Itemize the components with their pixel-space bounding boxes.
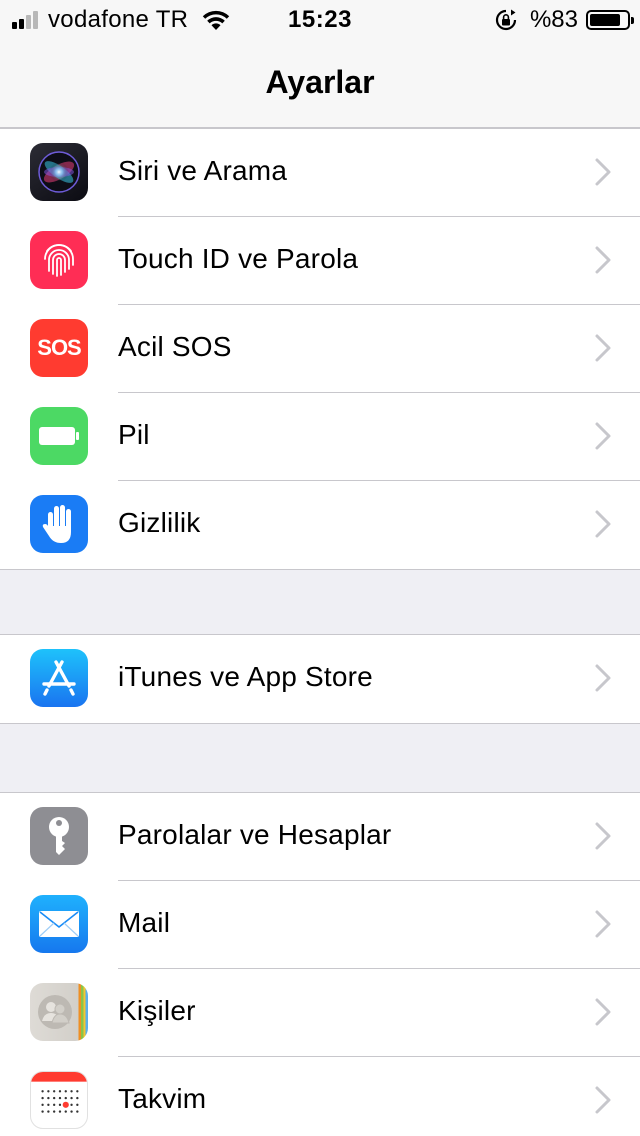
battery-setting-icon <box>30 407 88 465</box>
chevron-right-icon <box>595 510 611 538</box>
settings-row-label: Parolalar ve Hesaplar <box>118 819 392 850</box>
rotation-lock-icon <box>495 9 517 31</box>
settings-row-label: Kişiler <box>118 995 196 1026</box>
chevron-right-icon <box>595 664 611 692</box>
settings-row-label: Mail <box>118 907 171 938</box>
battery-icon <box>586 10 634 30</box>
settings-row-mail[interactable]: Mail <box>0 881 640 969</box>
status-right: %83 <box>494 6 634 34</box>
settings-row-label: Pil <box>118 419 150 450</box>
key-icon <box>30 807 88 865</box>
battery-level-fill <box>590 14 620 26</box>
settings-group-1: Siri ve Arama Touch ID ve Parola SOS Aci… <box>0 128 640 570</box>
battery-percent: %83 <box>529 6 578 33</box>
sos-icon: SOS <box>30 319 88 377</box>
app-store-icon <box>30 649 88 707</box>
chevron-right-icon <box>595 422 611 450</box>
chevron-right-icon <box>595 1086 611 1114</box>
settings-row-siri[interactable]: Siri ve Arama <box>0 129 640 217</box>
chevron-right-icon <box>595 822 611 850</box>
settings-row-battery[interactable]: Pil <box>0 393 640 481</box>
sos-icon-text: SOS <box>37 335 81 360</box>
fingerprint-icon <box>30 231 88 289</box>
settings-row-privacy[interactable]: Gizlilik <box>0 481 640 569</box>
navigation-bar: Ayarlar <box>0 40 640 128</box>
hand-icon <box>30 495 88 553</box>
settings-row-emergency-sos[interactable]: SOS Acil SOS <box>0 305 640 393</box>
status-bar: vodafone TR 15:23 %83 <box>0 0 640 40</box>
page-title: Ayarlar <box>265 64 375 100</box>
chevron-right-icon <box>595 246 611 274</box>
settings-screen: vodafone TR 15:23 %83 Ayarlar Siri ve Ar… <box>0 0 640 1136</box>
settings-row-calendar[interactable]: Takvim <box>0 1057 640 1136</box>
settings-row-contacts[interactable]: Kişiler <box>0 969 640 1057</box>
chevron-right-icon <box>595 334 611 362</box>
contacts-icon <box>30 983 88 1041</box>
settings-row-label: Takvim <box>118 1083 207 1114</box>
siri-icon <box>30 143 88 201</box>
settings-group-3: Parolalar ve Hesaplar Mail Kişiler Takvi… <box>0 792 640 1136</box>
settings-row-label: Acil SOS <box>118 331 232 362</box>
chevron-right-icon <box>595 158 611 186</box>
calendar-icon <box>30 1071 88 1129</box>
settings-row-label: iTunes ve App Store <box>118 661 373 692</box>
settings-row-itunes-app-store[interactable]: iTunes ve App Store <box>0 635 640 723</box>
settings-row-label: Touch ID ve Parola <box>118 243 359 274</box>
settings-row-label: Siri ve Arama <box>118 155 288 186</box>
settings-row-touch-id[interactable]: Touch ID ve Parola <box>0 217 640 305</box>
settings-row-passwords-accounts[interactable]: Parolalar ve Hesaplar <box>0 793 640 881</box>
chevron-right-icon <box>595 998 611 1026</box>
chevron-right-icon <box>595 910 611 938</box>
settings-row-label: Gizlilik <box>118 507 201 538</box>
mail-icon <box>30 895 88 953</box>
settings-group-2: iTunes ve App Store <box>0 634 640 724</box>
